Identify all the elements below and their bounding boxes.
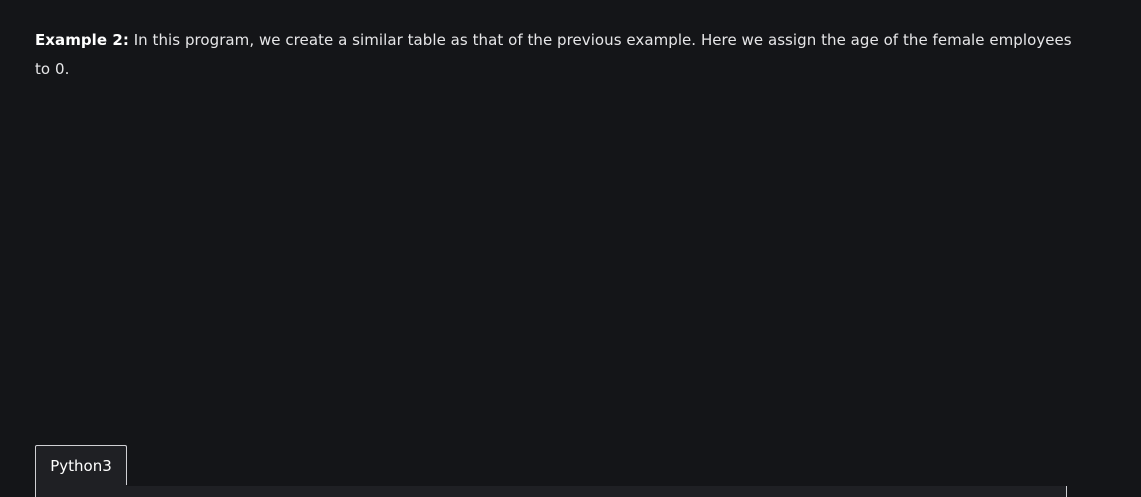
tab-python3-label: Python3 [50,457,112,475]
empty-content-area [35,95,1065,425]
code-block: Python3 [35,445,1067,497]
example-description: In this program, we create a similar tab… [35,31,1072,78]
example-label: Example 2: [35,31,129,49]
code-editor-area [35,486,1067,497]
tab-python3[interactable]: Python3 [35,445,127,487]
article-content: Example 2: In this program, we create a … [35,26,1075,84]
example-paragraph: Example 2: In this program, we create a … [35,26,1075,84]
code-tab-bar: Python3 [35,445,1067,487]
